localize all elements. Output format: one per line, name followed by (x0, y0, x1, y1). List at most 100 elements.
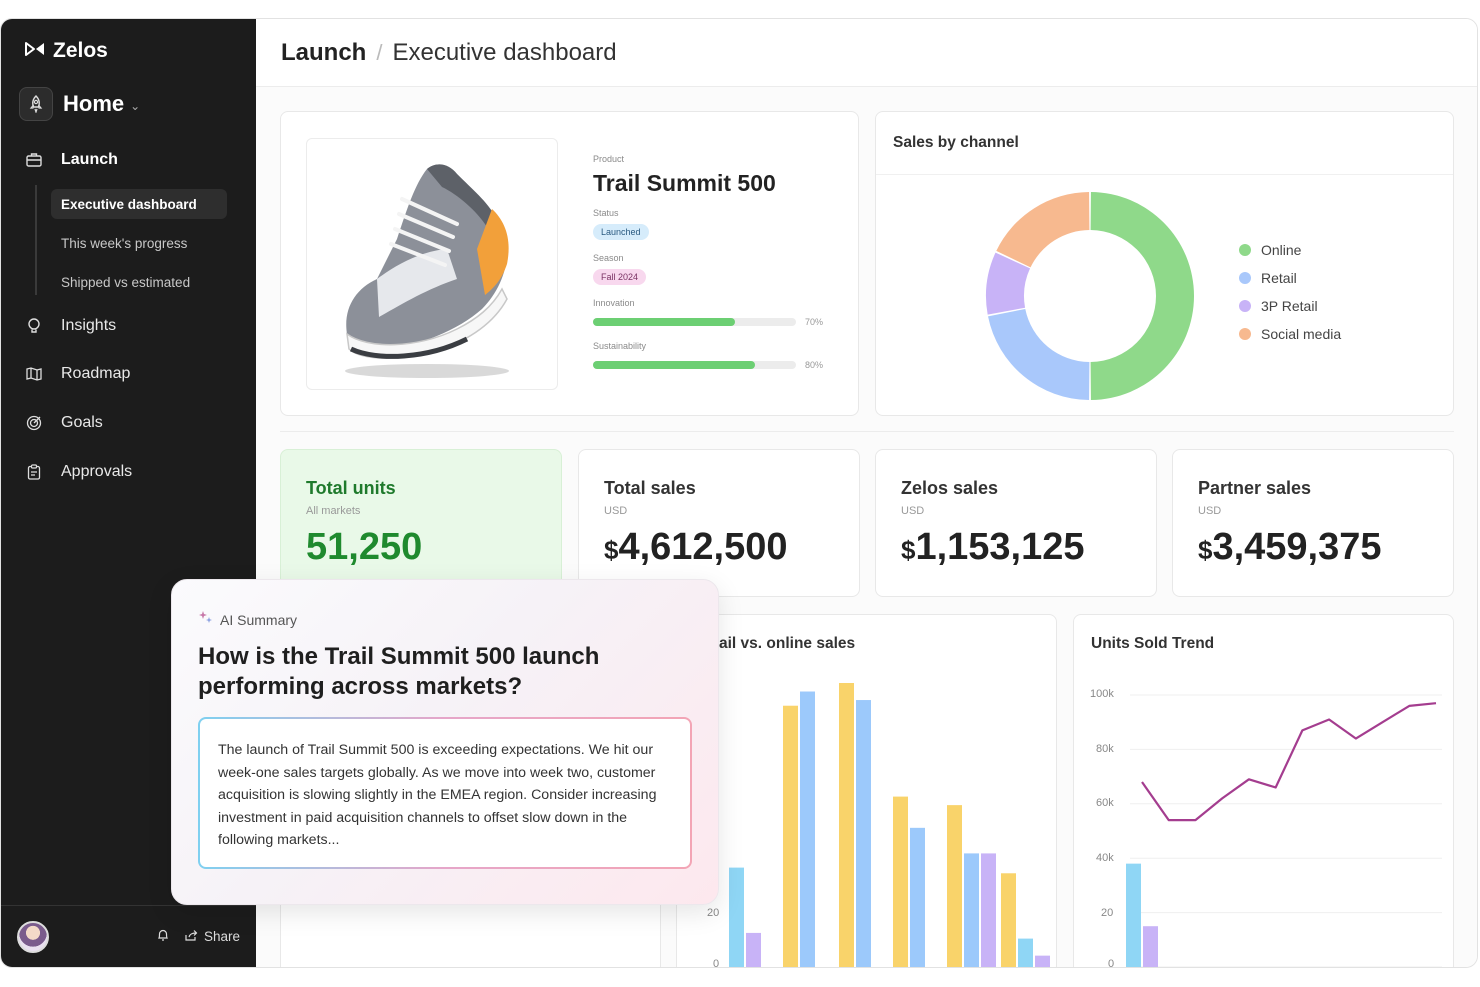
sales-by-channel-title: Sales by channel (893, 134, 1019, 151)
bar-series-1-group-0 (729, 867, 744, 967)
subnav-shipped-vs-estimated[interactable]: Shipped vs estimated (51, 267, 227, 297)
donut-chart (986, 192, 1195, 400)
legend-social-media: Social media (1239, 326, 1341, 342)
subnav-this-weeks-progress[interactable]: This week's progress (51, 228, 227, 258)
kpi-title: Zelos sales (901, 478, 999, 498)
legend-dot (1239, 300, 1251, 312)
workspace-switcher[interactable]: Home ⌄ (19, 87, 140, 121)
legend-label: Social media (1261, 326, 1342, 342)
ai-summary-panel: AI Summary How is the Trail Summit 500 l… (171, 579, 719, 905)
kpi-title: Partner sales (1198, 478, 1312, 498)
bar-series-0-group-5 (1001, 873, 1016, 967)
breadcrumb-section[interactable]: Launch (281, 39, 366, 67)
kpi-value: 4,612,500 (618, 526, 788, 568)
kpi-value-row: $3,459,375 (1198, 526, 1382, 569)
bar-series-0-group-4 (947, 805, 962, 967)
product-name: Trail Summit 500 (593, 170, 776, 196)
product-label: Product (593, 154, 625, 164)
legend-dot (1239, 244, 1251, 256)
sidebar-item-label: Insights (61, 317, 117, 334)
bar-series-1-group-1 (800, 691, 815, 967)
kpi-total-units: Total units All markets 51,250 (280, 449, 562, 597)
sidebar-item-insights[interactable]: Insights (25, 317, 116, 335)
kpi-value: 1,153,125 (915, 526, 1085, 568)
share-button[interactable]: Share (185, 929, 240, 944)
kpi-total-sales: Total sales USD $4,612,500 (578, 449, 860, 597)
bar-series-1-group-2 (856, 700, 871, 967)
bar-chart (729, 683, 1050, 967)
sustainability-bar (593, 361, 796, 369)
brand[interactable]: Zelos (25, 39, 108, 63)
share-icon (185, 929, 198, 944)
map-icon (25, 367, 43, 381)
donut-slice-social-media (996, 192, 1090, 268)
kpi-currency: $ (1198, 535, 1213, 565)
legend-label: Online (1261, 242, 1302, 258)
ai-answer[interactable]: The launch of Trail Summit 500 is exceed… (198, 717, 692, 869)
legend-label: 3P Retail (1261, 298, 1318, 314)
trend-line (1141, 702, 1437, 822)
section-divider (280, 431, 1454, 432)
kpi-zelos-sales: Zelos sales USD $1,153,125 (875, 449, 1157, 597)
ai-question: How is the Trail Summit 500 launch perfo… (198, 643, 600, 700)
briefcase-icon (25, 153, 43, 167)
sustainability-bar-fill (593, 361, 756, 369)
sidebar-item-goals[interactable]: Goals (25, 414, 103, 432)
kpi-title: Total units (306, 478, 396, 498)
product-card: Product Trail Summit 500 Status Launched… (280, 111, 859, 416)
target-icon (25, 415, 43, 431)
kpi-sub: All markets (306, 505, 361, 517)
retail-vs-online-card: ail vs. online sales 20 0 (676, 614, 1057, 967)
sparkle-icon (198, 610, 214, 629)
product-image (306, 138, 558, 390)
app-window: Zelos Home ⌄ Launch Executive dashboard … (0, 18, 1478, 968)
season-badge: Fall 2024 (593, 269, 647, 285)
sidebar-item-label: Approvals (61, 463, 133, 480)
sidebar-item-label: Goals (61, 414, 103, 431)
breadcrumb-separator: / (376, 39, 383, 65)
kpi-sub: USD (604, 505, 628, 517)
app-name: Zelos (53, 39, 108, 62)
kpi-value: 51,250 (306, 526, 423, 568)
legend-dot (1239, 328, 1251, 340)
breadcrumb: Launch / Executive dashboard (256, 19, 1477, 87)
sidebar-item-label: Roadmap (61, 365, 131, 382)
subnav-line (35, 185, 37, 295)
sidebar-item-launch[interactable]: Launch (25, 151, 118, 169)
kpi-sub: USD (1198, 505, 1222, 517)
season-label: Season (593, 253, 624, 263)
sneaker-illustration (345, 164, 509, 378)
innovation-label: Innovation (593, 298, 635, 308)
kpi-value-row: $4,612,500 (604, 526, 788, 569)
kpi-value: 3,459,375 (1212, 526, 1382, 568)
bar-series-1-group-4 (964, 853, 979, 967)
bell-icon[interactable] (157, 929, 169, 945)
innovation-bar-fill (593, 318, 736, 326)
kpi-partner-sales: Partner sales USD $3,459,375 (1172, 449, 1454, 597)
sidebar-item-roadmap[interactable]: Roadmap (25, 365, 130, 383)
donut-slice-online (1090, 192, 1195, 400)
bar-series-0-group-3 (893, 796, 908, 967)
divider (876, 174, 1453, 175)
ai-summary-label-row: AI Summary (198, 610, 297, 629)
chevron-down-icon: ⌄ (130, 99, 141, 113)
bar-series-0-group-1 (783, 705, 798, 967)
trend-bar-1 (1143, 926, 1158, 967)
footer-actions: Share (157, 929, 240, 945)
subnav-executive-dashboard[interactable]: Executive dashboard (51, 189, 227, 219)
avatar[interactable] (17, 920, 49, 953)
bar-series-2-group-4 (981, 853, 996, 967)
status-label: Status (593, 208, 619, 218)
legend-3p-retail: 3P Retail (1239, 298, 1318, 314)
rocket-icon (19, 87, 53, 121)
sustainability-pct: 80% (805, 360, 824, 370)
workspace-label: Home (63, 91, 125, 116)
zelos-logo-icon (25, 39, 45, 63)
line-chart (1126, 694, 1442, 967)
sustainability-label: Sustainability (593, 341, 647, 351)
bar-series-2-group-5 (1035, 955, 1050, 967)
bar-series-1-group-5 (1018, 938, 1033, 967)
share-label: Share (203, 929, 240, 944)
lightbulb-icon (25, 318, 43, 334)
sidebar-item-approvals[interactable]: Approvals (25, 463, 132, 481)
